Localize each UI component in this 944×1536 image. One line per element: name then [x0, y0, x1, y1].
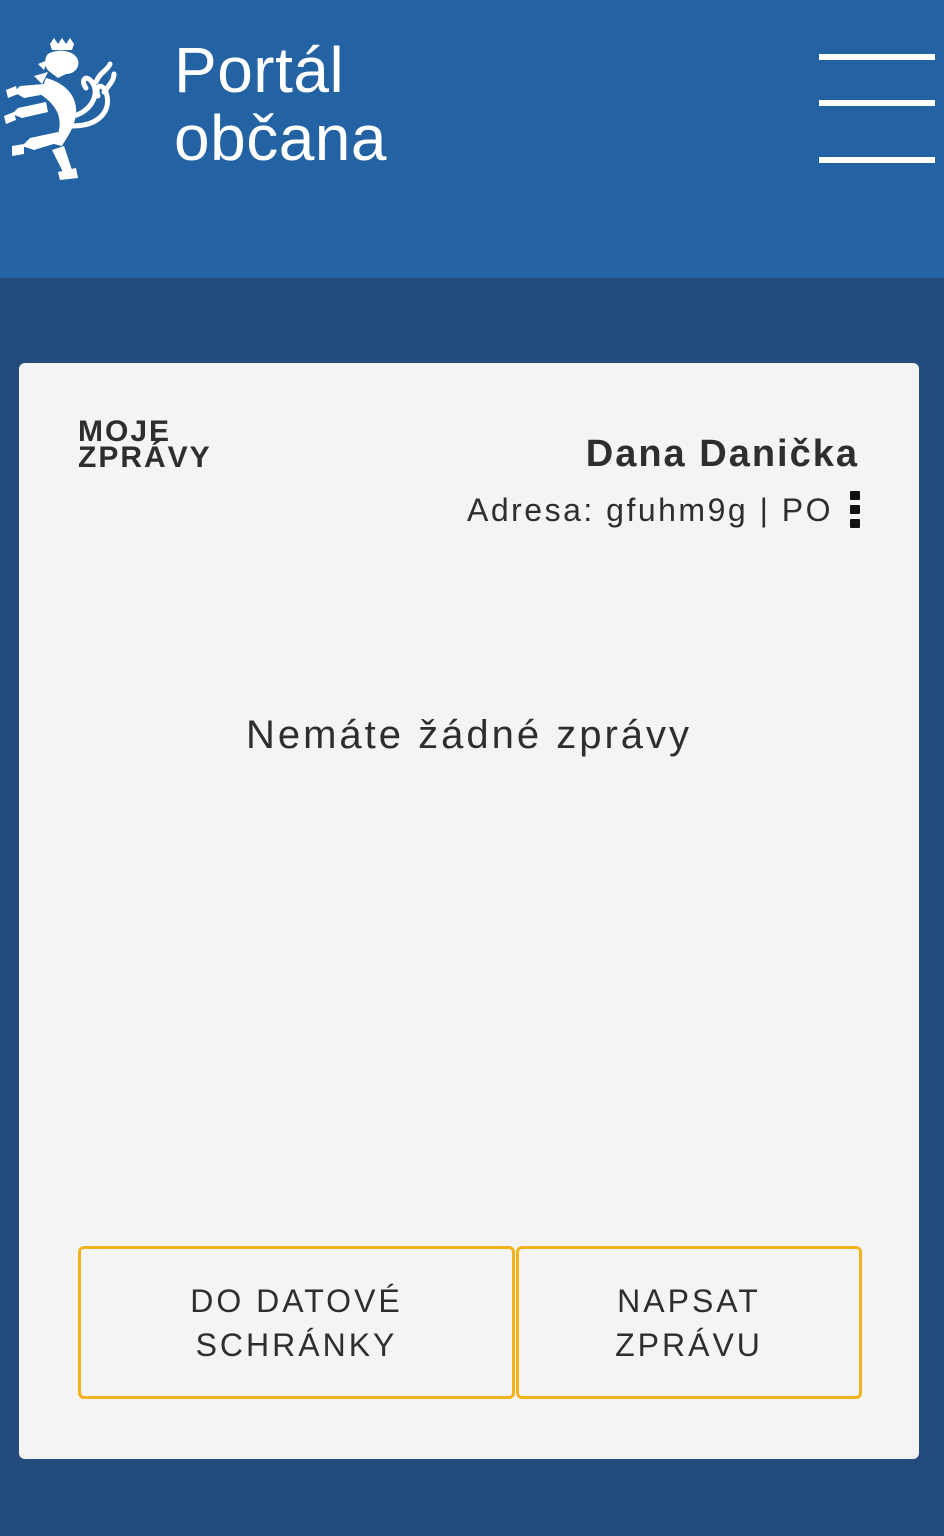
app-title-line2: občana: [174, 102, 387, 174]
menu-bar-middle: [819, 100, 935, 106]
user-address-row: Adresa: gfuhm9g | PO: [467, 491, 865, 529]
menu-bar-bottom: [819, 157, 935, 163]
section-title: MOJE ZPRÁVY: [78, 417, 248, 474]
empty-messages-text: Nemáte žádné zprávy: [245, 713, 693, 757]
more-vertical-icon[interactable]: [845, 491, 865, 529]
header: Portál občana: [0, 0, 944, 278]
user-name: Dana Danička: [585, 433, 859, 475]
menu-bar-top: [819, 54, 935, 60]
user-address: Adresa: gfuhm9g | PO: [466, 491, 833, 528]
app-title[interactable]: Portál občana: [174, 36, 387, 172]
section-title-line2: ZPRÁVY: [78, 441, 212, 474]
go-to-data-box-button[interactable]: DO DATOVÉ SCHRÁNKY: [78, 1246, 515, 1399]
messages-card: MOJE ZPRÁVY Dana Danička Adresa: gfuhm9g…: [19, 363, 919, 1459]
hamburger-menu-icon[interactable]: [816, 48, 936, 168]
czech-lion-emblem-icon[interactable]: [0, 34, 118, 184]
app-title-line1: Portál: [174, 34, 345, 106]
write-message-button[interactable]: NAPSAT ZPRÁVU: [516, 1246, 862, 1399]
